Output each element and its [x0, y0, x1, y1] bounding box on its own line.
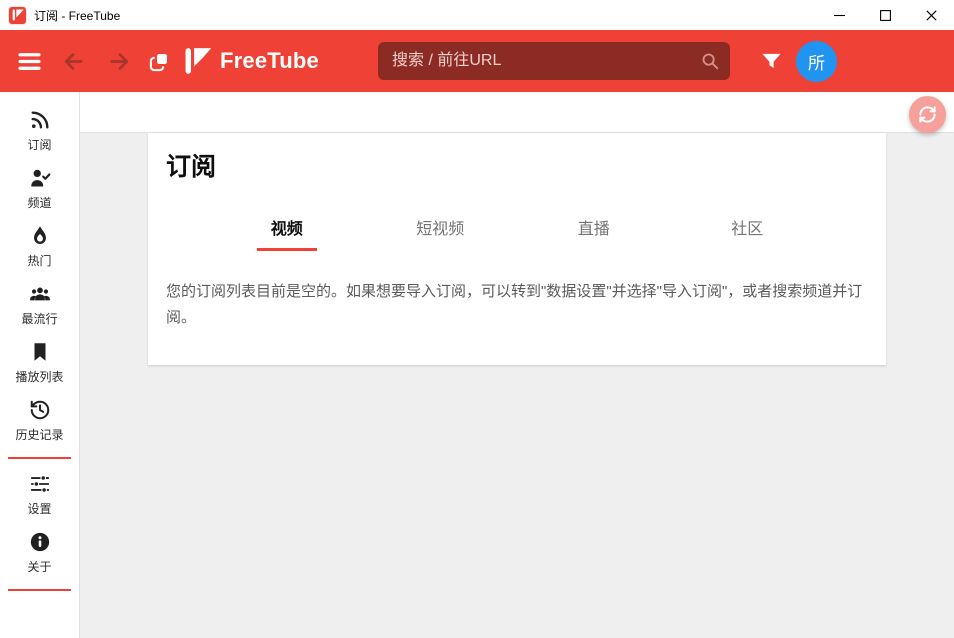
sidebar-item-trending[interactable]: 热门 [0, 218, 79, 276]
sidebar-item-subscriptions[interactable]: 订阅 [0, 102, 79, 160]
filter-button[interactable] [752, 30, 790, 92]
freetube-flag-icon [184, 47, 212, 75]
freetube-logo[interactable]: FreeTube [184, 30, 319, 92]
filter-icon [760, 50, 783, 73]
content-toolbar [80, 92, 954, 133]
new-window-button[interactable] [142, 30, 176, 92]
search-input[interactable] [378, 42, 730, 80]
app-header: FreeTube 所 [0, 30, 954, 92]
tab-videos[interactable]: 视频 [210, 211, 364, 251]
sidebar-item-history[interactable]: 历史记录 [0, 392, 79, 450]
titlebar: 订阅 - FreeTube [0, 0, 954, 30]
fire-icon [29, 225, 51, 247]
sidebar-divider [8, 457, 71, 459]
sidebar: 订阅 频道 热门 最流行 [0, 92, 80, 638]
refresh-icon [918, 105, 937, 124]
window-title: 订阅 - FreeTube [34, 7, 120, 24]
menu-toggle-button[interactable] [12, 30, 46, 92]
logo-text: FreeTube [220, 48, 319, 74]
refresh-button[interactable] [909, 96, 946, 133]
subscriptions-card: 订阅 视频 短视频 直播 社区 您的订阅列表目前是空的。如果想要导入订阅，可以转… [148, 133, 886, 365]
sidebar-item-label: 设置 [27, 500, 51, 517]
freetube-logo-icon [9, 7, 26, 24]
sidebar-item-label: 最流行 [21, 310, 57, 327]
history-icon [29, 399, 51, 421]
info-icon [29, 531, 51, 553]
search-bar [378, 42, 730, 80]
sidebar-divider [8, 589, 71, 591]
bookmark-icon [29, 341, 51, 363]
sidebar-item-label: 热门 [27, 252, 51, 269]
close-button[interactable] [908, 0, 954, 30]
sidebar-item-about[interactable]: 关于 [0, 524, 79, 582]
sidebar-item-channels[interactable]: 频道 [0, 160, 79, 218]
new-window-icon [148, 50, 171, 73]
tab-live[interactable]: 直播 [517, 211, 671, 251]
hamburger-icon [17, 49, 42, 74]
sidebar-item-label: 播放列表 [15, 368, 63, 385]
user-check-icon [29, 167, 51, 189]
tab-shorts[interactable]: 短视频 [364, 211, 518, 251]
forward-button[interactable] [102, 30, 136, 92]
sidebar-item-label: 关于 [27, 558, 51, 575]
profile-avatar[interactable]: 所 [796, 41, 837, 82]
tab-community[interactable]: 社区 [671, 211, 825, 251]
profile-initial: 所 [808, 49, 825, 74]
sidebar-item-label: 频道 [27, 194, 51, 211]
sidebar-item-label: 订阅 [27, 136, 51, 153]
sliders-icon [29, 473, 51, 495]
rss-icon [29, 109, 51, 131]
sidebar-item-settings[interactable]: 设置 [0, 466, 79, 524]
search-icon[interactable] [699, 50, 721, 72]
subscription-tabs: 视频 短视频 直播 社区 [210, 211, 824, 251]
window-controls [816, 0, 954, 30]
freetube-window: 订阅 - FreeTube [0, 0, 954, 638]
sidebar-item-label: 历史记录 [15, 426, 63, 443]
sidebar-item-most-popular[interactable]: 最流行 [0, 276, 79, 334]
page-title: 订阅 [166, 151, 868, 183]
back-button[interactable] [56, 30, 90, 92]
arrow-left-icon [62, 50, 85, 73]
empty-state-message: 您的订阅列表目前是空的。如果想要导入订阅，可以转到"数据设置"并选择"导入订阅"… [166, 279, 868, 331]
arrow-right-icon [108, 50, 131, 73]
sidebar-item-playlists[interactable]: 播放列表 [0, 334, 79, 392]
maximize-button[interactable] [862, 0, 908, 30]
users-icon [29, 283, 51, 305]
minimize-button[interactable] [816, 0, 862, 30]
